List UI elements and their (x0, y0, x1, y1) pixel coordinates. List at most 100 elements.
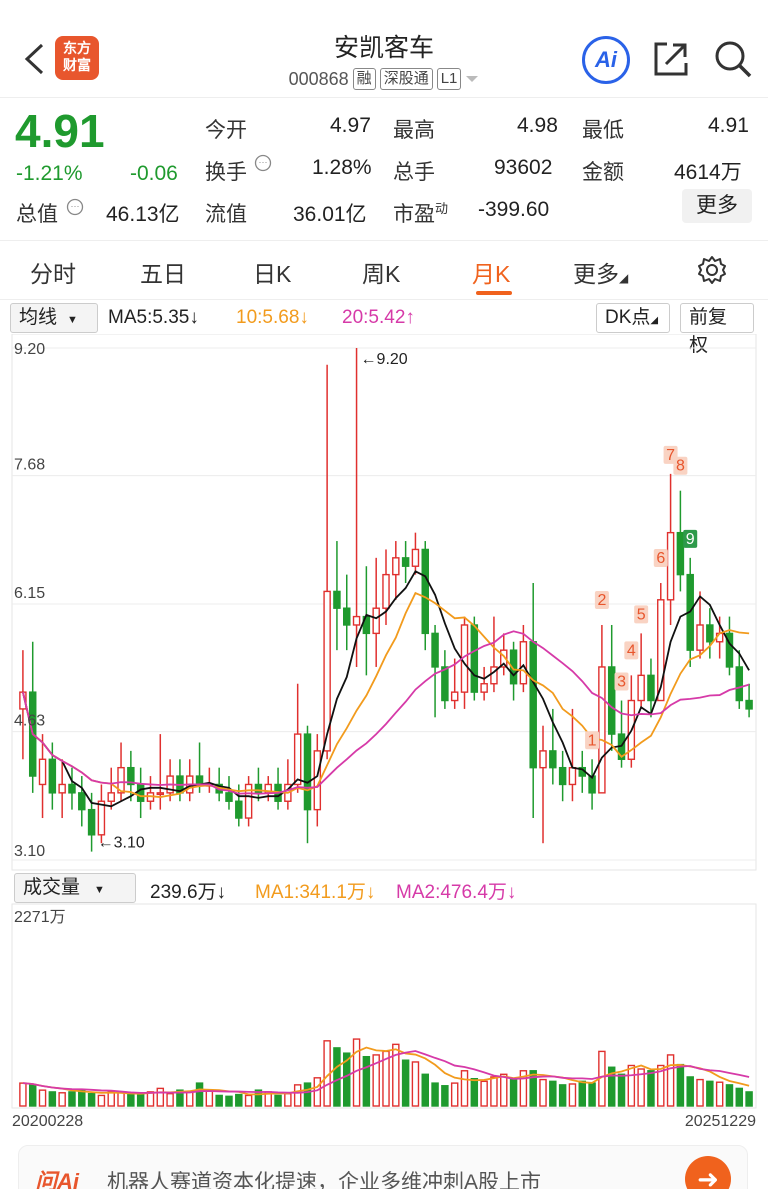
search-icon[interactable] (712, 38, 754, 80)
tab-fenshi[interactable]: 分时 (30, 255, 76, 289)
candle-body (480, 683, 488, 693)
candle-body (647, 674, 655, 702)
news-banner[interactable]: 问Ai 机器人赛道资本化提速，企业多维冲刺A股上市 ➜ (18, 1145, 748, 1189)
zongshou-value: 93602 (494, 156, 553, 179)
volume-bar (470, 1077, 479, 1107)
svg-text:···: ··· (71, 201, 80, 211)
wen-ai-logo: 问Ai (35, 1169, 80, 1189)
volume-bar (441, 1085, 449, 1107)
volume-bar (578, 1080, 587, 1107)
kline-chart[interactable]: 9.207.686.154.633.10←9.20←3.101234567892… (0, 334, 768, 1134)
current-price: 4.91 (15, 105, 105, 157)
volume-bar (666, 1054, 675, 1107)
dk-marker-label: 1 (588, 732, 597, 749)
volume-bar (460, 1070, 469, 1107)
volume-bar (244, 1094, 253, 1107)
volume-max-label: 2271万 (14, 909, 66, 926)
volume-bar (205, 1089, 214, 1107)
change-pct: -1.21% (16, 162, 83, 185)
stock-code: 000868 (288, 68, 349, 89)
price-tick-label: 3.10 (14, 843, 45, 860)
huanshou-value: 1.28% (312, 156, 372, 179)
shiying-label: 市盈动 (393, 201, 449, 226)
ai-button[interactable]: Ai (582, 36, 630, 84)
fuquan-button[interactable]: 前复权 (680, 303, 754, 356)
volume-selector[interactable]: 成交量 ▼ (14, 873, 136, 903)
candle-body (401, 557, 410, 567)
zuigao-label: 最高 (393, 119, 435, 142)
candle-body (696, 624, 704, 651)
share-icon[interactable] (652, 40, 690, 78)
tab-more[interactable]: 更多◢ (573, 255, 628, 289)
volume-bar (627, 1064, 636, 1107)
candle-body (706, 624, 714, 643)
candle-body (441, 666, 449, 702)
candle-body (107, 792, 115, 802)
volume-bar (558, 1084, 567, 1107)
dk-marker-label: 6 (656, 550, 665, 567)
candle-body (372, 607, 380, 635)
candle-body (303, 733, 312, 811)
tab-wuri[interactable]: 五日 (140, 255, 186, 289)
ma20-value: 20:5.42↑ (342, 307, 415, 328)
dk-marker-label: 3 (617, 674, 626, 691)
price-tick-label: 6.15 (14, 585, 45, 602)
volume-value: 239.6万↓ (150, 882, 227, 903)
candle-body (48, 758, 57, 794)
price-tick-label: 9.20 (14, 341, 45, 358)
candle-body (558, 766, 567, 786)
zongzhi-label: 总值 (16, 203, 58, 226)
volume-bar (745, 1091, 753, 1107)
volume-bar: 成交量 ▼ 239.6万↓ MA1:341.1万↓ MA2:476.4万↓ (0, 872, 768, 904)
svg-text:···: ··· (259, 157, 268, 167)
jinkai-value: 4.97 (330, 114, 371, 137)
header-bar: 东方 财富 安凯客车 000868 融 深股通 L1 Ai (0, 0, 768, 98)
price-tick-label: 4.63 (14, 713, 45, 730)
volume-ma2: MA2:476.4万↓ (396, 882, 517, 903)
volume-bar (28, 1084, 37, 1107)
volume-bar (401, 1059, 410, 1107)
info-icon[interactable]: ··· (254, 154, 272, 172)
caret-down-icon[interactable] (465, 74, 479, 84)
volume-bar (539, 1078, 547, 1107)
candle-body (470, 624, 479, 693)
arrow-right-icon[interactable]: ➜ (685, 1156, 731, 1189)
volume-bar (127, 1092, 135, 1107)
volume-bar (166, 1092, 174, 1107)
volume-bar (195, 1082, 204, 1107)
active-tab-indicator (476, 291, 512, 295)
volume-bar (38, 1089, 47, 1107)
info-icon[interactable]: ··· (66, 198, 84, 216)
candle-body (352, 615, 361, 626)
tag-sgt: 深股通 (379, 68, 433, 90)
gear-icon[interactable] (697, 255, 727, 285)
ma5-value: MA5:5.35↓ (108, 307, 199, 328)
volume-bar (156, 1087, 165, 1107)
volume-bar (411, 1061, 420, 1107)
candle-body (68, 783, 76, 794)
dk-marker-label: 9 (686, 531, 695, 548)
candle-body (450, 691, 459, 702)
dk-button[interactable]: DK点◢ (596, 303, 670, 333)
tab-rik[interactable]: 日K (253, 255, 291, 289)
zuidi-value: 4.91 (708, 114, 749, 137)
volume-bar (696, 1078, 704, 1107)
candle-body (421, 548, 429, 635)
candle-body (598, 666, 606, 794)
volume-bar (735, 1087, 744, 1107)
candle-body (156, 792, 165, 796)
volume-bar (686, 1076, 694, 1107)
candle-body (333, 590, 341, 609)
volume-bar (549, 1080, 557, 1107)
tab-zhouk[interactable]: 周K (362, 255, 400, 289)
ma-selector[interactable]: 均线 ▼ (10, 303, 98, 333)
more-button[interactable]: 更多 (682, 189, 752, 223)
volume-bar (706, 1080, 714, 1107)
volume-bar (87, 1092, 96, 1107)
tab-yuek[interactable]: 月K (472, 255, 510, 289)
candle-body (607, 666, 616, 735)
start-date-label: 20200228 (12, 1113, 83, 1130)
candle-body (235, 800, 243, 819)
dk-marker-label: 2 (597, 592, 606, 609)
candle-body (254, 783, 263, 794)
